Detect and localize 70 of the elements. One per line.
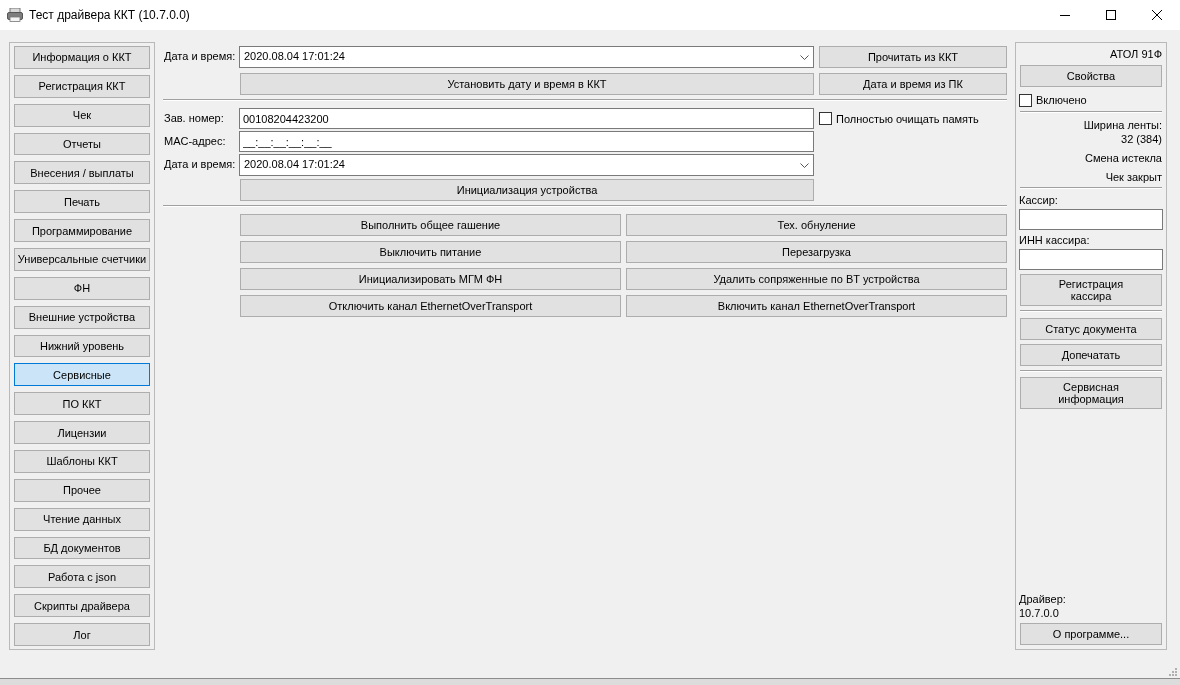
nav-button[interactable]: Лицензии (14, 421, 150, 445)
close-icon[interactable] (1152, 10, 1162, 20)
nav-button[interactable]: Программирование (14, 219, 150, 242)
serial-number-label: Зав. номер: (164, 111, 224, 126)
nav-button[interactable]: Универсальные счетчики (14, 248, 150, 271)
nav-button[interactable]: Работа с json (14, 565, 150, 589)
nav-button[interactable]: Печать (14, 190, 150, 214)
enabled-checkbox[interactable] (1019, 93, 1032, 107)
tape-width-label: Ширина ленты: (1083, 118, 1162, 132)
receipt-status: Чек закрыт (1105, 170, 1162, 184)
date-time-label: Дата и время: (164, 50, 236, 64)
properties-button[interactable]: Свойства (1020, 65, 1162, 87)
read-from-device-button[interactable]: Прочитать из ККТ (819, 46, 1007, 68)
cashier-field[interactable] (1019, 209, 1163, 230)
nav-button[interactable]: БД документов (14, 536, 150, 560)
nav-button[interactable]: ФН (14, 276, 150, 300)
shift-status: Смена истекла (1084, 151, 1162, 165)
tape-width-value: 32 (384) (1121, 132, 1162, 146)
device-model: АТОЛ 91Ф (1110, 47, 1162, 61)
nav-button[interactable]: Внешние устройства (14, 305, 150, 329)
minimize-icon[interactable] (1060, 14, 1070, 16)
action-button[interactable]: Включить канал EthernetOverTransport (626, 295, 1007, 317)
about-button[interactable]: О программе... (1020, 623, 1162, 645)
nav-button[interactable]: Лог (14, 623, 150, 647)
chevron-down-icon (800, 162, 809, 168)
nav-button[interactable]: Регистрация ККТ (14, 74, 150, 98)
enabled-label: Включено (1036, 93, 1087, 107)
initialize-device-button[interactable]: Инициализация устройства (240, 179, 814, 201)
action-button[interactable]: Выполнить общее гашение (240, 214, 621, 236)
cashier-label: Кассир: (1019, 193, 1058, 207)
action-button[interactable]: Перезагрузка (626, 241, 1007, 263)
clear-memory-checkbox[interactable] (819, 112, 832, 125)
service-info-button[interactable]: Сервисная информация (1020, 377, 1162, 409)
action-button[interactable]: Удалить сопряженные по BT устройства (626, 268, 1007, 290)
driver-version: 10.7.0.0 (1019, 606, 1059, 620)
cashier-inn-field[interactable] (1019, 249, 1163, 270)
cashier-inn-label: ИНН кассира: (1019, 233, 1090, 247)
action-button[interactable]: Отключить канал EthernetOverTransport (240, 295, 621, 317)
serial-number-field[interactable]: 00108204423200 (239, 108, 814, 129)
date-time-from-pc-button[interactable]: Дата и время из ПК (819, 73, 1007, 95)
action-button[interactable]: Инициализировать МГМ ФН (240, 268, 621, 290)
maximize-icon[interactable] (1106, 10, 1116, 20)
chevron-down-icon (800, 54, 809, 60)
nav-button[interactable]: Информация о ККТ (14, 46, 150, 69)
action-button[interactable]: Выключить питание (240, 241, 621, 263)
set-date-time-button[interactable]: Установить дату и время в ККТ (240, 73, 814, 95)
nav-button[interactable]: Сервисные (14, 363, 150, 387)
nav-button[interactable]: Внесения / выплаты (14, 161, 150, 185)
document-status-button[interactable]: Статус документа (1020, 318, 1162, 340)
nav-button[interactable]: Отчеты (14, 132, 150, 156)
date-time-label: Дата и время: (164, 158, 236, 172)
nav-button[interactable]: Чтение данных (14, 507, 150, 531)
nav-button[interactable]: Шаблоны ККТ (14, 450, 150, 473)
nav-button[interactable]: Прочее (14, 478, 150, 502)
reprint-button[interactable]: Допечатать (1020, 344, 1162, 366)
mac-address-label: MAC-адрес: (164, 134, 226, 149)
nav-button[interactable]: Чек (14, 103, 150, 127)
date-time-dropdown[interactable]: 2020.08.04 17:01:24 (239, 46, 814, 68)
printer-icon (7, 8, 23, 22)
mac-address-field[interactable]: __:__:__:__:__:__ (239, 131, 814, 152)
date-time-dropdown[interactable]: 2020.08.04 17:01:24 (239, 154, 814, 176)
clear-memory-label: Полностью очищать память (836, 111, 979, 126)
resize-grip-icon (1168, 667, 1177, 676)
nav-button[interactable]: Нижний уровень (14, 334, 150, 358)
action-button[interactable]: Тех. обнуление (626, 214, 1007, 236)
window-title: Тест драйвера ККТ (10.7.0.0) (29, 7, 190, 23)
nav-button[interactable]: Скрипты драйвера (14, 594, 150, 618)
nav-button[interactable]: ПО ККТ (14, 392, 150, 416)
register-cashier-button[interactable]: Регистрация кассира (1020, 274, 1162, 306)
driver-label: Драйвер: (1019, 592, 1066, 606)
